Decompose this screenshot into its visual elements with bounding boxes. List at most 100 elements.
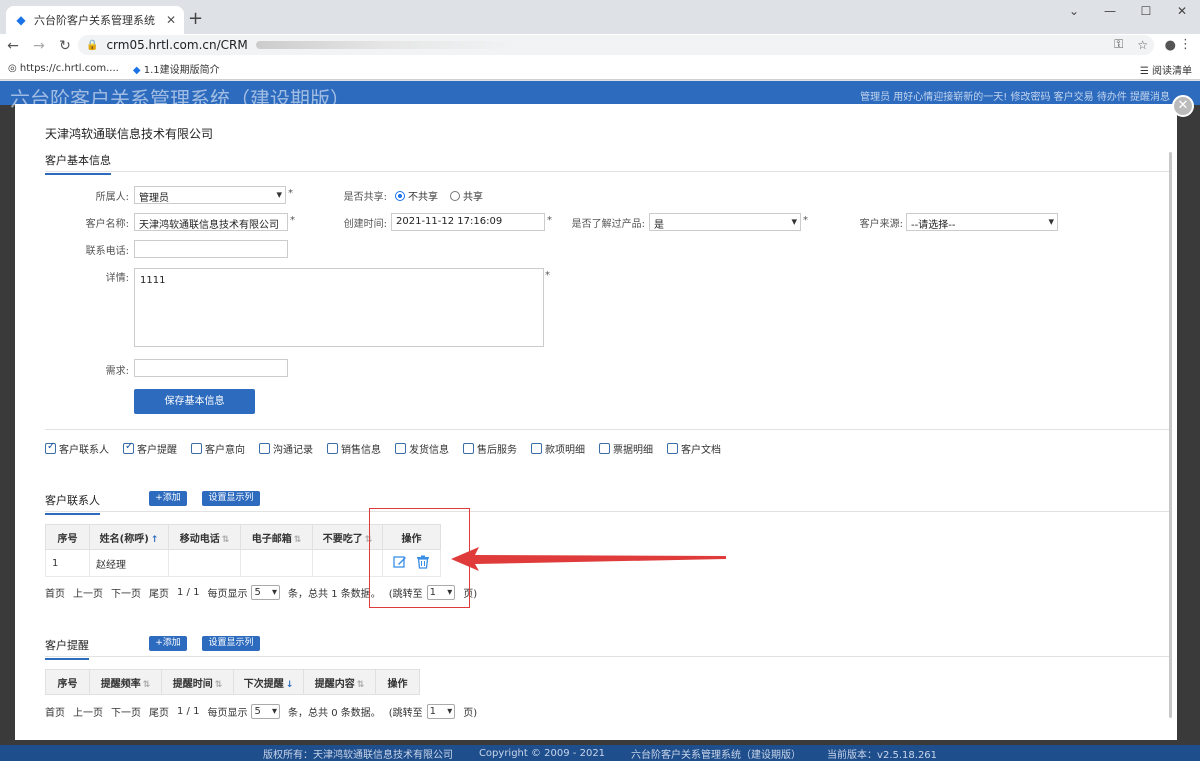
- col-header-next[interactable]: 下次提醒 ↓: [233, 669, 304, 695]
- cell-email: [240, 549, 313, 577]
- pager-last[interactable]: 尾页: [149, 585, 169, 600]
- sort-icon[interactable]: ⇅: [357, 680, 365, 690]
- module-checkbox[interactable]: 客户联系人: [45, 441, 109, 456]
- bookmark-star-icon[interactable]: ☆: [1137, 38, 1148, 52]
- checkbox-icon: [259, 443, 270, 454]
- pager-last[interactable]: 尾页: [149, 704, 169, 719]
- customer-detail-modal: 天津鸿软通联信息技术有限公司 客户基本信息 所属人: 管理员 * 是否共享: 不…: [15, 104, 1177, 740]
- modal-scrollbar[interactable]: [1169, 152, 1172, 718]
- col-header-frequency[interactable]: 提醒频率 ⇅: [89, 669, 162, 695]
- url-bar[interactable]: 🔒 crm05.hrtl.com.cn/CRM ⚿ ☆: [78, 35, 1154, 55]
- annotation-arrow-icon: [451, 547, 726, 571]
- key-icon[interactable]: ⚿: [1114, 37, 1123, 52]
- sort-icon[interactable]: ⇅: [222, 535, 230, 545]
- site-favicon-icon: ◆: [16, 13, 26, 27]
- module-checkbox[interactable]: 客户文档: [667, 441, 721, 456]
- profile-icon[interactable]: ●: [1165, 38, 1176, 53]
- browser-tab[interactable]: ◆ 六台阶客户关系管理系统（建设期 ✕: [6, 6, 184, 34]
- back-icon[interactable]: ←: [0, 38, 26, 54]
- forward-icon[interactable]: →: [26, 38, 52, 54]
- checkbox-icon: [463, 443, 474, 454]
- module-checkbox[interactable]: 售后服务: [463, 441, 517, 456]
- col-header-mobile[interactable]: 移动电话 ⇅: [168, 524, 241, 550]
- reload-icon[interactable]: ↻: [52, 38, 78, 54]
- shared-radio-no[interactable]: 不共享: [395, 188, 438, 203]
- known-product-select[interactable]: 是: [649, 213, 801, 231]
- phone-input[interactable]: [134, 240, 288, 258]
- col-header-time[interactable]: 提醒时间 ⇅: [161, 669, 234, 695]
- pager-page: 1 / 1: [177, 706, 200, 717]
- bookmarks-bar: ◎ https://c.hrtl.com.... ◆ 1.1建设期版简介 ☰ 阅…: [0, 58, 1200, 80]
- bookmark-favicon-icon: ◆: [132, 65, 144, 76]
- required-mark: *: [290, 215, 295, 226]
- module-checkbox[interactable]: 客户提醒: [123, 441, 177, 456]
- lock-icon[interactable]: 🔒: [86, 40, 98, 51]
- menu-icon[interactable]: ⋮: [1179, 37, 1192, 52]
- per-page-select[interactable]: 5 ▾: [251, 704, 281, 719]
- cell-mobile: [168, 549, 241, 577]
- checkbox-icon: [599, 443, 610, 454]
- new-tab-icon[interactable]: +: [188, 8, 203, 29]
- tab-close-icon[interactable]: ✕: [166, 13, 176, 27]
- radio-selected-icon: [395, 190, 405, 201]
- owner-select[interactable]: 管理员: [134, 186, 286, 204]
- tab-search-icon[interactable]: ⌄: [1056, 0, 1092, 22]
- pager-next[interactable]: 下一页: [111, 704, 141, 719]
- name-label: 客户名称:: [85, 219, 129, 230]
- sort-desc-icon[interactable]: ↓: [286, 680, 294, 690]
- module-checkbox[interactable]: 款项明细: [531, 441, 585, 456]
- shared-radio-yes[interactable]: 共享: [450, 188, 483, 203]
- created-label: 创建时间:: [343, 219, 387, 230]
- required-mark: *: [547, 215, 552, 226]
- pager-first[interactable]: 首页: [45, 585, 65, 600]
- bookmark-item[interactable]: ◆ 1.1建设期版简介: [133, 61, 220, 76]
- col-header-content[interactable]: 提醒内容 ⇅: [303, 669, 376, 695]
- owner-label: 所属人:: [95, 192, 129, 203]
- modal-close-icon[interactable]: ✕: [1172, 95, 1194, 117]
- created-time-input[interactable]: 2021-11-12 17:16:09: [391, 213, 545, 231]
- minimize-icon[interactable]: —: [1092, 0, 1128, 22]
- divider: [45, 511, 1171, 512]
- sort-asc-icon[interactable]: ↑: [151, 535, 159, 545]
- module-checkbox[interactable]: 发货信息: [395, 441, 449, 456]
- radio-label: 不共享: [408, 192, 438, 203]
- col-header-actions: 操作: [375, 669, 420, 695]
- per-page-select[interactable]: 5 ▾: [251, 585, 281, 600]
- col-header-name[interactable]: 姓名(称呼) ↑: [89, 524, 169, 550]
- jump-page-select[interactable]: 1 ▾: [426, 704, 456, 719]
- sort-icon[interactable]: ⇅: [294, 535, 302, 545]
- pager-prev[interactable]: 上一页: [73, 704, 103, 719]
- add-reminder-button[interactable]: +添加: [149, 636, 187, 651]
- sort-icon[interactable]: ⇅: [143, 680, 151, 690]
- module-checkbox[interactable]: 沟通记录: [259, 441, 313, 456]
- checkbox-icon: [327, 443, 338, 454]
- customer-name-input[interactable]: 天津鸿软通联信息技术有限公司: [134, 213, 288, 231]
- maximize-icon[interactable]: ☐: [1128, 0, 1164, 22]
- globe-icon: ◎: [8, 63, 20, 74]
- tab-title: 六台阶客户关系管理系统（建设期: [34, 14, 160, 27]
- col-header-email[interactable]: 电子邮箱 ⇅: [240, 524, 313, 550]
- module-checkbox[interactable]: 票据明细: [599, 441, 653, 456]
- checkbox-icon: [395, 443, 406, 454]
- divider: [45, 171, 1171, 172]
- bookmark-item[interactable]: ◎ https://c.hrtl.com....: [8, 63, 119, 74]
- module-checkbox[interactable]: 客户意向: [191, 441, 245, 456]
- sort-icon[interactable]: ⇅: [215, 680, 223, 690]
- source-select[interactable]: --请选择--: [906, 213, 1058, 231]
- company-title: 天津鸿软通联信息技术有限公司: [45, 127, 214, 141]
- detail-label: 详情:: [105, 273, 129, 284]
- module-checkbox[interactable]: 销售信息: [327, 441, 381, 456]
- detail-textarea[interactable]: 1111: [134, 268, 544, 347]
- need-input[interactable]: [134, 359, 288, 377]
- reading-list[interactable]: ☰ 阅读清单: [1140, 62, 1192, 77]
- window-close-icon[interactable]: ✕: [1164, 0, 1200, 22]
- reminder-columns-button[interactable]: 设置显示列: [202, 636, 260, 651]
- pager-next[interactable]: 下一页: [111, 585, 141, 600]
- save-basic-info-button[interactable]: 保存基本信息: [134, 389, 255, 414]
- contact-columns-button[interactable]: 设置显示列: [202, 491, 260, 506]
- pager-prev[interactable]: 上一页: [73, 585, 103, 600]
- footer-system: 六台阶客户关系管理系统（建设期版）: [631, 749, 802, 761]
- checkbox-icon: [191, 443, 202, 454]
- add-contact-button[interactable]: +添加: [149, 491, 187, 506]
- pager-first[interactable]: 首页: [45, 704, 65, 719]
